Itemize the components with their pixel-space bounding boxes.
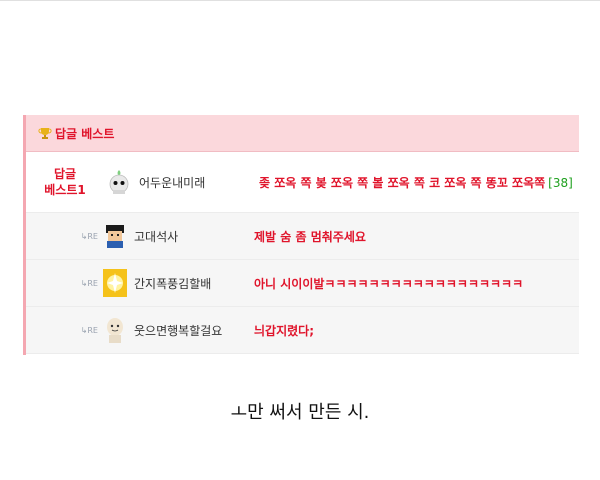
top-divider	[0, 0, 600, 1]
comment-text: 아니 시이이발ㅋㅋㅋㅋㅋㅋㅋㅋㅋㅋㅋㅋㅋㅋㅋㅋㅋㅋ	[254, 276, 524, 291]
comment-text: 좆 쪼옥 쪽 봊 쪼옥 쪽 볼 쪼옥 쪽 코 쪼옥 쪽 똥꼬 쪼옥쪽 [38]	[259, 175, 573, 190]
best-replies-board: 답글 베스트 답글 베스트1 어두운내미래 좆 쪼옥 쪽 봊 쪼옥 쪽 볼 쪼옥…	[23, 115, 579, 355]
avatar[interactable]	[107, 168, 131, 196]
reply-row: ↳RE 고대석사 제발 숨 좀 멈춰주세요	[26, 213, 579, 260]
avatar[interactable]	[103, 316, 127, 344]
reply-count[interactable]: [38]	[548, 176, 573, 190]
nickname[interactable]: 웃으면행복할걸요	[134, 322, 254, 339]
board-header: 답글 베스트	[26, 115, 579, 152]
nickname[interactable]: 고대석사	[134, 228, 254, 245]
nickname[interactable]: 어두운내미래	[139, 174, 259, 191]
trophy-icon	[38, 128, 52, 139]
reply-arrow-icon: ↳RE	[80, 278, 98, 288]
nickname[interactable]: 간지폭풍김할배	[134, 275, 254, 292]
avatar[interactable]	[103, 269, 127, 297]
reply-arrow-icon: ↳RE	[80, 325, 98, 335]
reply-arrow-icon: ↳RE	[80, 231, 98, 241]
reply-row: ↳RE 간지폭풍김할배 아니 시이이발ㅋㅋㅋㅋㅋㅋㅋㅋㅋㅋㅋㅋㅋㅋㅋㅋㅋㅋ	[26, 260, 579, 307]
best-comment-row: 답글 베스트1 어두운내미래 좆 쪼옥 쪽 봊 쪼옥 쪽 볼 쪼옥 쪽 코 쪼옥…	[26, 152, 579, 213]
avatar[interactable]	[103, 222, 127, 250]
comment-text: 늬갑지렸다;	[254, 323, 314, 338]
reply-row: ↳RE 웃으면행복할걸요 늬갑지렸다;	[26, 307, 579, 354]
best-rank-label: 답글 베스트1	[44, 167, 86, 197]
comment-text: 제발 숨 좀 멈춰주세요	[254, 229, 366, 244]
board-title: 답글 베스트	[55, 126, 115, 141]
caption: ㅗ만 써서 만든 시.	[230, 402, 370, 423]
